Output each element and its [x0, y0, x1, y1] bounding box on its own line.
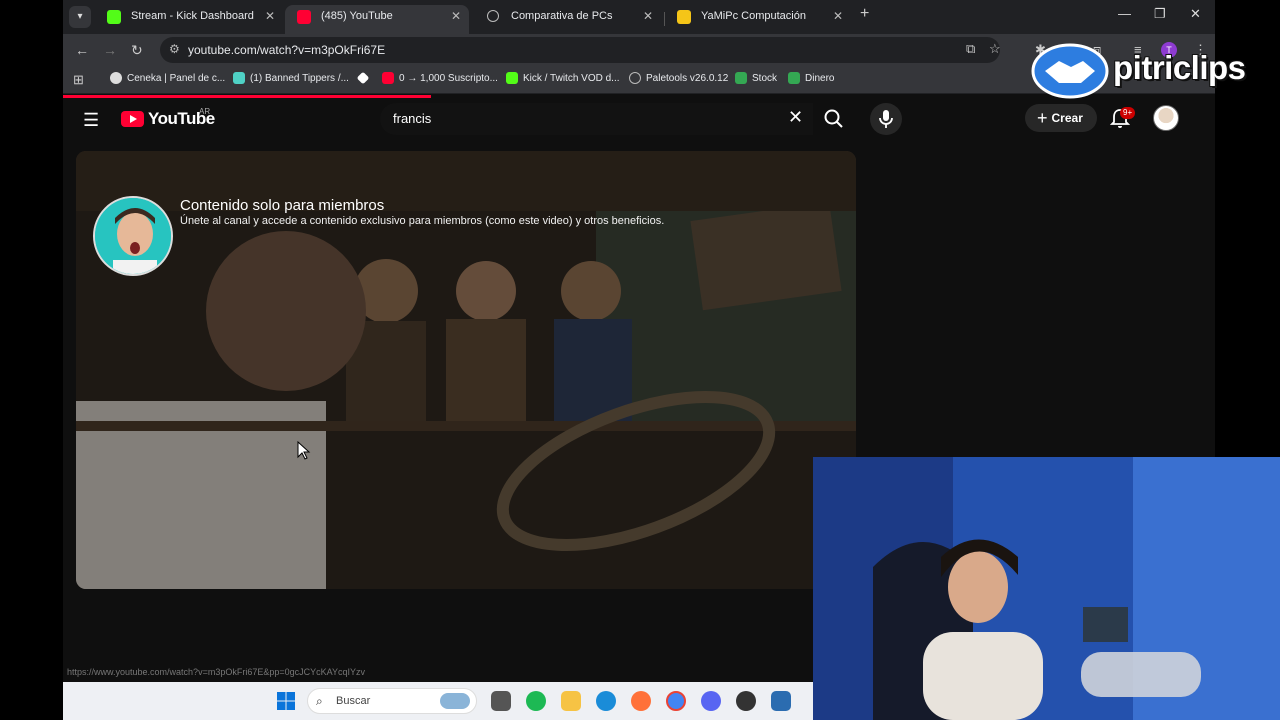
youtube-logo-icon[interactable]	[121, 111, 144, 127]
bookmark-paletools[interactable]: Paletools v26.0.12	[629, 72, 728, 84]
diamond-icon	[356, 71, 370, 85]
reload-icon[interactable]: ↻	[131, 42, 143, 59]
link-status-url: https://www.youtube.com/watch?v=m3pOkFri…	[67, 667, 365, 677]
close-icon[interactable]: ✕	[451, 5, 461, 28]
bookmark-kick-twitch-vod[interactable]: Kick / Twitch VOD d...	[506, 72, 620, 84]
account-avatar[interactable]	[1153, 105, 1179, 131]
microphone-icon	[879, 110, 893, 128]
discord-icon[interactable]	[701, 691, 721, 711]
apps-grid-icon[interactable]: ⊞	[73, 72, 84, 88]
sheets-icon	[735, 72, 747, 84]
site-info-icon[interactable]: ⚙	[169, 42, 180, 56]
obs-icon[interactable]	[736, 691, 756, 711]
youtube-header: ☰ YouTube AR francis ✕ + Crear 9+	[63, 98, 1215, 142]
url-text: youtube.com/watch?v=m3pOkFri67E	[188, 43, 386, 57]
firefox-icon[interactable]	[631, 691, 651, 711]
tab-title: Comparativa de PCs	[511, 10, 613, 22]
bookmark-ceneka[interactable]: Ceneka | Panel de c...	[110, 72, 225, 84]
tab-strip: ▾ Stream - Kick Dashboard ✕ (485) YouTub…	[63, 0, 1215, 34]
windows-start-icon[interactable]	[277, 692, 295, 710]
webcam-overlay	[813, 457, 1280, 720]
edge-icon[interactable]	[596, 691, 616, 711]
address-bar[interactable]: ⚙ youtube.com/watch?v=m3pOkFri67E ⧉ ☆	[160, 37, 1001, 63]
notifications-badge: 9+	[1120, 107, 1136, 119]
close-icon[interactable]: ✕	[833, 5, 843, 28]
d-icon	[506, 72, 518, 84]
voice-search-button[interactable]	[870, 103, 902, 135]
clear-search-icon[interactable]: ✕	[788, 107, 803, 128]
search-button[interactable]	[813, 103, 855, 135]
create-button[interactable]: + Crear	[1025, 104, 1097, 132]
bookmark-star-icon[interactable]: ☆	[989, 41, 1001, 57]
tab-yamipc[interactable]: YaMiPc Computación ✕	[665, 5, 851, 34]
tab-comparativa[interactable]: Comparativa de PCs ✕	[475, 5, 661, 34]
back-icon[interactable]: ←	[75, 42, 89, 58]
restore-icon[interactable]: ❐	[1154, 6, 1166, 22]
menu-icon[interactable]: ☰	[83, 110, 99, 131]
search-highlight-icon	[440, 693, 470, 709]
bookmark-stock[interactable]: Stock	[735, 72, 777, 84]
globe-icon	[487, 10, 499, 22]
video-player[interactable]: Contenido solo para miembros Únete al ca…	[76, 151, 856, 589]
plus-icon: +	[1037, 108, 1048, 128]
chrome-icon[interactable]	[666, 691, 686, 711]
country-code: AR	[199, 107, 211, 116]
chrome-icon	[110, 72, 122, 84]
new-tab-button[interactable]: +	[860, 5, 869, 23]
tab-title: Stream - Kick Dashboard	[131, 10, 254, 22]
forward-icon[interactable]: →	[103, 42, 117, 58]
twitch-icon	[233, 72, 245, 84]
bookmark-dinero[interactable]: Dinero	[788, 72, 834, 84]
app-icon[interactable]	[771, 691, 791, 711]
tab-kick[interactable]: Stream - Kick Dashboard ✕	[95, 5, 283, 34]
close-icon[interactable]: ✕	[643, 5, 653, 28]
file-explorer-icon[interactable]	[561, 691, 581, 711]
tab-search-button[interactable]: ▾	[69, 6, 91, 28]
bookmark-suscriptores[interactable]: 0 → 1,000 Suscripto...	[382, 72, 498, 84]
taskbar-search[interactable]: ⌕ Buscar	[307, 688, 477, 714]
search-input[interactable]: francis ✕	[380, 103, 813, 135]
members-only-description: Únete al canal y accede a contenido excl…	[180, 215, 665, 227]
kick-icon	[107, 10, 121, 24]
close-icon[interactable]: ✕	[265, 5, 275, 28]
youtube-icon	[297, 10, 311, 24]
tab-youtube[interactable]: (485) YouTube ✕	[285, 5, 469, 34]
youtube-icon	[382, 72, 394, 84]
members-only-title: Contenido solo para miembros	[180, 197, 385, 214]
minimize-icon[interactable]: —	[1118, 6, 1131, 21]
bookmark-banned-tippers[interactable]: (1) Banned Tippers /...	[233, 72, 349, 84]
globe-icon	[629, 72, 641, 84]
handshake-logo-icon	[1031, 43, 1109, 99]
install-app-icon[interactable]: ⧉	[966, 41, 975, 57]
spotify-icon[interactable]	[526, 691, 546, 711]
yamipc-icon	[677, 10, 691, 24]
search-icon: ⌕	[316, 694, 323, 708]
window-close-icon[interactable]: ✕	[1190, 6, 1201, 22]
brand-name: pitriclips	[1113, 49, 1246, 86]
channel-avatar[interactable]	[93, 196, 173, 276]
webcam-scene	[813, 457, 1280, 720]
task-view-icon[interactable]	[491, 691, 511, 711]
search-icon	[824, 109, 843, 128]
tab-title: YaMiPc Computación	[701, 10, 806, 22]
sheets-icon	[788, 72, 800, 84]
tab-title: (485) YouTube	[321, 10, 393, 22]
mouse-cursor-icon	[297, 441, 311, 460]
search-query: francis	[393, 111, 432, 126]
